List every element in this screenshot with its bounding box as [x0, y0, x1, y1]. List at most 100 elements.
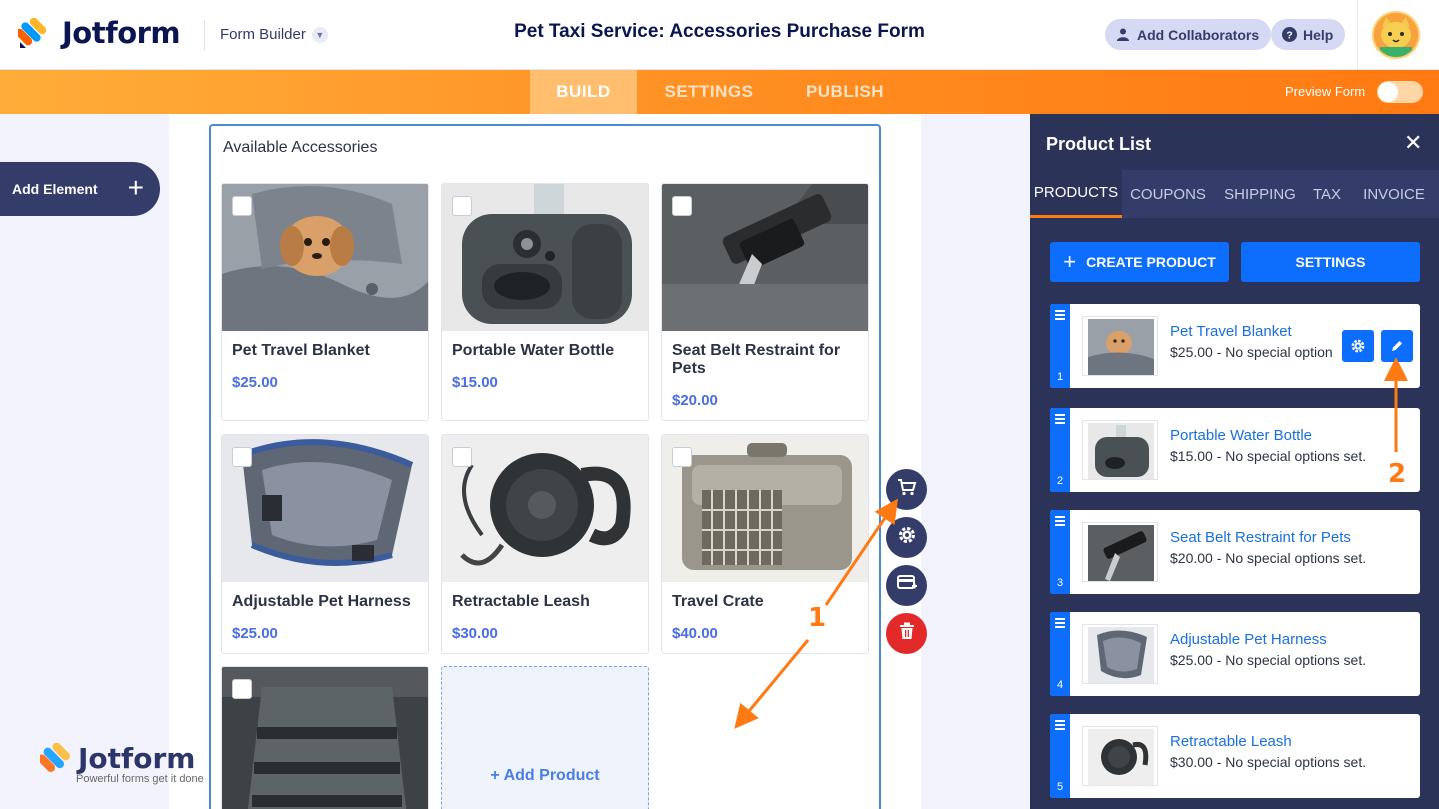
product-item-desc: $30.00 - No special options set.	[1170, 754, 1367, 770]
user-icon	[1115, 27, 1131, 43]
plus-icon: +	[127, 172, 144, 203]
product-list-item[interactable]: 2 Portable Water Bottle $15.00 - No spec…	[1050, 408, 1420, 492]
header-divider	[204, 20, 205, 50]
product-item-name[interactable]: Seat Belt Restraint for Pets	[1170, 529, 1351, 546]
product-name: Adjustable Pet Harness	[232, 593, 411, 610]
product-checkbox[interactable]	[232, 196, 252, 216]
chevron-down-icon: ▼	[311, 26, 328, 43]
tab-settings[interactable]: SETTINGS	[651, 70, 767, 114]
product-checkbox[interactable]	[452, 196, 472, 216]
plus-icon: +	[1063, 249, 1077, 274]
product-checkbox[interactable]	[452, 447, 472, 467]
form-title[interactable]: Pet Taxi Service: Accessories Purchase F…	[514, 21, 925, 42]
product-options-button[interactable]	[1342, 330, 1374, 362]
seat-cover-image	[222, 667, 428, 809]
toggle-knob	[1378, 82, 1398, 102]
drag-handle[interactable]: 4	[1050, 612, 1070, 696]
delete-field-button[interactable]	[886, 613, 927, 654]
watermark-text: Jotform	[78, 742, 196, 775]
payment-settings-button[interactable]	[886, 565, 927, 606]
panel-settings-button[interactable]: SETTINGS	[1241, 242, 1420, 282]
tab-shipping[interactable]: SHIPPING	[1218, 170, 1302, 218]
add-collaborators-button[interactable]: Add Collaborators	[1105, 19, 1272, 50]
product-list-item[interactable]: 4 Adjustable Pet Harness $25.00 - No spe…	[1050, 612, 1420, 696]
blanket-thumbnail	[1082, 316, 1158, 376]
field-label[interactable]: Available Accessories	[223, 139, 377, 157]
drag-handle[interactable]: 2	[1050, 408, 1070, 492]
product-item-name[interactable]: Retractable Leash	[1170, 733, 1292, 750]
pencil-icon	[1392, 341, 1402, 351]
avatar[interactable]	[1372, 11, 1420, 59]
add-collaborators-label: Add Collaborators	[1137, 26, 1260, 43]
preview-form-label: Preview Form	[1285, 84, 1366, 99]
form-builder-dropdown[interactable]: Form Builder ▼	[220, 26, 328, 43]
product-list-item[interactable]: 3 Seat Belt Restraint for Pets $20.00 - …	[1050, 510, 1420, 594]
edit-product-button[interactable]	[1381, 330, 1413, 362]
product-card[interactable]: Travel Crate $40.00	[661, 434, 869, 654]
drag-handle[interactable]: 1	[1050, 304, 1070, 388]
trash-icon	[899, 622, 915, 645]
product-checkbox[interactable]	[232, 679, 252, 699]
blanket-image	[222, 184, 428, 331]
product-list-button[interactable]	[886, 469, 927, 510]
watermark-tagline: Powerful forms get it done	[76, 773, 204, 785]
product-item-name[interactable]: Portable Water Bottle	[1170, 427, 1312, 444]
product-card[interactable]	[221, 666, 429, 809]
product-item-desc: $25.00 - No special option	[1170, 344, 1333, 360]
product-card[interactable]: Seat Belt Restraint for Pets $20.00	[661, 183, 869, 421]
harness-image	[222, 435, 428, 582]
item-number: 4	[1056, 679, 1064, 691]
tab-build[interactable]: BUILD	[530, 70, 637, 114]
product-item-desc: $15.00 - No special options set.	[1170, 448, 1367, 464]
close-icon[interactable]: ✕	[1404, 132, 1422, 154]
help-icon: ?	[1281, 27, 1297, 43]
field-settings-button[interactable]	[886, 517, 927, 558]
drag-handle[interactable]: 3	[1050, 510, 1070, 594]
annotation-number-2: 2	[1388, 459, 1407, 489]
panel-settings-label: SETTINGS	[1295, 254, 1366, 270]
product-card[interactable]: Adjustable Pet Harness $25.00	[221, 434, 429, 654]
product-price: $25.00	[232, 625, 278, 642]
tab-publish[interactable]: PUBLISH	[795, 70, 895, 114]
product-name: Pet Travel Blanket	[232, 342, 370, 359]
jotform-logo[interactable]: Jotform	[15, 16, 181, 50]
product-card[interactable]: Pet Travel Blanket $25.00	[221, 183, 429, 421]
water-bottle-thumbnail	[1082, 420, 1158, 480]
create-product-button[interactable]: + CREATE PRODUCT	[1050, 242, 1229, 282]
drag-handle-icon	[1055, 310, 1065, 322]
tab-coupons[interactable]: COUPONS	[1124, 170, 1212, 218]
product-item-name[interactable]: Adjustable Pet Harness	[1170, 631, 1327, 648]
preview-form-toggle[interactable]	[1377, 81, 1423, 103]
product-name: Portable Water Bottle	[452, 342, 615, 359]
tab-products[interactable]: PRODUCTS	[1030, 170, 1122, 218]
add-element-label: Add Element	[12, 181, 98, 197]
cart-icon	[897, 478, 917, 501]
drag-handle-icon	[1055, 414, 1065, 426]
top-header: Jotform Form Builder ▼ Pet Taxi Service:…	[0, 0, 1439, 70]
product-card[interactable]: Portable Water Bottle $15.00	[441, 183, 649, 421]
product-checkbox[interactable]	[232, 447, 252, 467]
product-price: $20.00	[672, 392, 718, 409]
product-checkbox[interactable]	[672, 196, 692, 216]
card-plus-icon	[896, 575, 917, 596]
builder-navbar: BUILD SETTINGS PUBLISH Preview Form	[0, 70, 1439, 114]
help-button[interactable]: ? Help	[1271, 19, 1346, 50]
product-card[interactable]: Retractable Leash $30.00	[441, 434, 649, 654]
water-bottle-image	[442, 184, 648, 331]
add-product-label: + Add Product	[490, 767, 600, 784]
product-item-desc: $25.00 - No special options set.	[1170, 652, 1367, 668]
product-item-name[interactable]: Pet Travel Blanket	[1170, 323, 1292, 340]
add-element-button[interactable]: Add Element +	[0, 162, 160, 216]
svg-text:?: ?	[1286, 30, 1292, 41]
product-list-item[interactable]: 5 Retractable Leash $30.00 - No special …	[1050, 714, 1420, 798]
product-name: Seat Belt Restraint for Pets	[672, 342, 841, 377]
drag-handle-icon	[1055, 516, 1065, 528]
product-list-item[interactable]: 1 Pet Travel Blanket $25.00 - No special…	[1050, 304, 1420, 388]
product-item-desc: $20.00 - No special options set.	[1170, 550, 1367, 566]
product-checkbox[interactable]	[672, 447, 692, 467]
add-product-button[interactable]: + Add Product	[441, 666, 649, 809]
product-price: $25.00	[232, 374, 278, 391]
drag-handle[interactable]: 5	[1050, 714, 1070, 798]
tab-tax[interactable]: TAX	[1306, 170, 1348, 218]
tab-invoice[interactable]: INVOICE	[1356, 170, 1432, 218]
